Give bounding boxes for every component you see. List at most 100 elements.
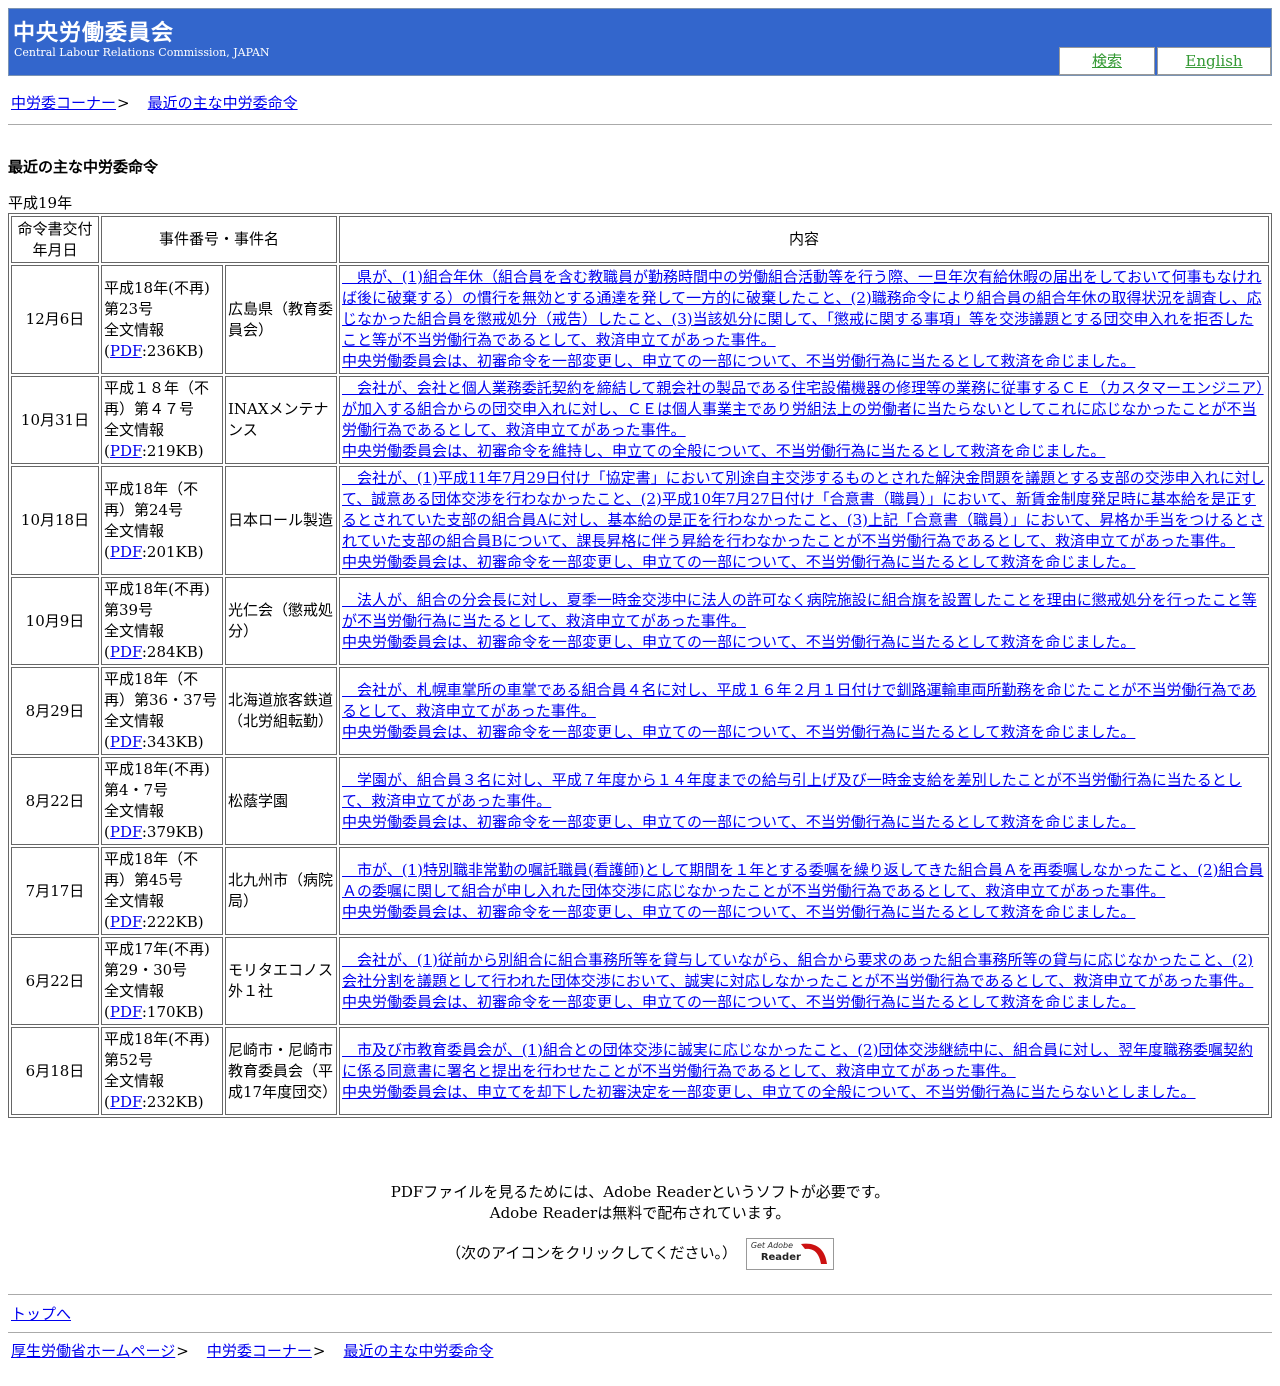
site-title: 中央労働委員会 [13,21,175,46]
pdf-info: (PDF:219KB) [104,442,204,460]
case-number-cell: 平成18年（不再）第24号 全文情報 (PDF:201KB) [101,466,223,575]
full-text-label: 全文情報 [104,712,165,730]
site-subtitle: Central Labour Relations Commission, JAP… [14,46,270,59]
adobe-reader-icon[interactable]: Get Adobe Reader [745,1238,834,1270]
case-number-cell: 平成17年(不再)第29・30号 全文情報 (PDF:170KB) [101,937,223,1025]
divider [8,124,1272,125]
order-date: 6月22日 [11,937,99,1025]
breadcrumb-link-chuurouiikai[interactable]: 中労委コーナー [207,1342,312,1360]
case-summary-cell: 県が、(1)組合年休（組合員を含む教職員が勤務時間中の労働組合活動等を行う際、一… [339,265,1269,374]
pdf-size: :379KB) [141,823,204,841]
pdf-note-line2: Adobe Readerは無料で配布されています。 [489,1204,791,1222]
case-summary-cell: 会社が、(1)従前から別組合に組合事務所等を貸与していながら、組合から要求のあっ… [339,937,1269,1025]
case-summary-cell: 学園が、組合員３名に対し、平成７年度から１４年度までの給与引上げ及び一時金支給を… [339,757,1269,845]
table-row: 8月29日 平成18年（不再）第36・37号 全文情報 (PDF:343KB) 北海道旅… [11,667,1269,755]
divider [8,1332,1272,1333]
adobe-badge-reader-text: Reader [760,1252,801,1263]
case-number-cell: 平成18年(不再)第39号 全文情報 (PDF:284KB) [101,577,223,665]
case-number: 平成１８年（不再）第４７号 [104,379,210,418]
order-date: 12月6日 [11,265,99,374]
column-header-content: 内容 [339,216,1269,263]
order-date: 8月29日 [11,667,99,755]
case-summary-link[interactable]: 法人が、組合の分会長に対し、夏季一時金交渉中に法人の許可なく病院施設に組合旗を設… [342,591,1257,651]
case-summary-link[interactable]: 県が、(1)組合年休（組合員を含む教職員が勤務時間中の労働組合活動等を行う際、一… [342,268,1262,370]
case-summary-link[interactable]: 会社が、(1)平成11年7月29日付け「協定書」において別途自主交渉するものとさ… [342,469,1265,571]
breadcrumb-link-chuurouiikai[interactable]: 中労委コーナー [11,94,116,112]
pdf-link[interactable]: PDF [110,913,142,931]
pdf-link[interactable]: PDF [110,733,142,751]
pdf-link[interactable]: PDF [110,643,142,661]
case-number: 平成18年（不再）第45号 [104,850,199,889]
pdf-link[interactable]: PDF [110,823,142,841]
column-header-date: 命令書交付年月日 [11,216,99,263]
case-summary-link[interactable]: 会社が、札幌車掌所の車掌である組合員４名に対し、平成１６年２月１日付けで釧路運輸… [342,681,1256,741]
search-link[interactable]: 検索 [1092,52,1122,70]
case-number-cell: 平成１８年（不再）第４７号全文情報 (PDF:219KB) [101,376,223,464]
site-header: 中央労働委員会 Central Labour Relations Commiss… [8,8,1272,76]
breadcrumb-separator: > [117,94,130,112]
table-row: 12月6日 平成18年(不再)第23号 全文情報 (PDF:236KB) 広島県（教育委… [11,265,1269,374]
case-name: 松蔭学園 [225,757,337,845]
case-decision: 中央労働委員会は、初審命令を一部変更し、申立ての一部について、不当労働行為に当た… [342,632,1136,651]
breadcrumb-link-mhlw-home[interactable]: 厚生労働省ホームページ [11,1342,175,1360]
to-top-link[interactable]: トップへ [11,1305,71,1323]
breadcrumb-separator: > [312,1342,326,1360]
pdf-note: PDFファイルを見るためには、Adobe Readerというソフトが必要です。 … [0,1182,1280,1224]
pdf-link[interactable]: PDF [110,543,142,561]
case-name: INAXメンテナンス [225,376,337,464]
case-summary-cell: 法人が、組合の分会長に対し、夏季一時金交渉中に法人の許可なく病院施設に組合旗を設… [339,577,1269,665]
case-summary-link[interactable]: 会社が、会社と個人業務委託契約を締結して親会社の製品である住宅設備機器の修理等の… [342,379,1264,460]
case-summary-link[interactable]: 会社が、(1)従前から別組合に組合事務所等を貸与していながら、組合から要求のあっ… [342,951,1253,1011]
pdf-size: :219KB) [141,442,204,460]
breadcrumb-link-recent-orders[interactable]: 最近の主な中労委命令 [148,94,298,112]
case-summary-cell: 会社が、会社と個人業務委託契約を締結して親会社の製品である住宅設備機器の修理等の… [339,376,1269,464]
breadcrumb-separator: > [176,1342,189,1360]
pdf-link[interactable]: PDF [110,1003,142,1021]
case-summary-link[interactable]: 学園が、組合員３名に対し、平成７年度から１４年度までの給与引上げ及び一時金支給を… [342,771,1242,831]
page-title: 最近の主な中労委命令 [8,158,159,176]
pdf-link[interactable]: PDF [110,1093,142,1111]
breadcrumb-link-recent-orders[interactable]: 最近の主な中労委命令 [343,1342,493,1360]
case-decision: 中央労働委員会は、初審命令を一部変更し、申立ての一部について、不当労働行為に当た… [342,992,1136,1011]
order-date: 7月17日 [11,847,99,935]
case-summary-link[interactable]: 市及び市教育委員会が、(1)組合との団体交渉に誠実に応じなかったこと、(2)団体… [342,1041,1253,1101]
pdf-size: :232KB) [141,1093,204,1111]
english-link[interactable]: English [1185,52,1242,70]
case-number: 平成18年(不再)第4・7号 [104,760,210,799]
case-name: 尼崎市・尼崎市教育委員会（平成17年度団交） [225,1027,337,1115]
case-name: 日本ロール製造 [225,466,337,575]
case-number: 平成17年(不再)第29・30号 [104,940,210,979]
case-summary-link[interactable]: 市が、(1)特別職非常勤の嘱託職員(看護師)として期間を１年とする委嘱を繰り返し… [342,861,1264,921]
pdf-size: :343KB) [141,733,204,751]
case-number: 平成18年(不再)第52号 [104,1030,210,1069]
order-date: 10月9日 [11,577,99,665]
case-number-cell: 平成18年(不再)第52号全文情報 (PDF:232KB) [101,1027,223,1115]
case-number: 平成18年（不再）第24号 [104,479,199,519]
case-number-cell: 平成18年（不再）第36・37号 全文情報 (PDF:343KB) [101,667,223,755]
full-text-label: 全文情報 [104,802,165,820]
english-button[interactable]: English [1157,47,1271,75]
search-button[interactable]: 検索 [1059,47,1155,75]
case-summary: 会社が、札幌車掌所の車掌である組合員４名に対し、平成１６年２月１日付けで釧路運輸… [342,680,1257,720]
year-label: 平成19年 [8,194,73,212]
table-row: 6月22日 平成17年(不再)第29・30号 全文情報 (PDF:170KB) モリタエ… [11,937,1269,1025]
pdf-size: :284KB) [141,643,204,661]
orders-table: 命令書交付年月日 事件番号・事件名 内容 12月6日 平成18年(不再)第23号全… [8,213,1272,1118]
pdf-link[interactable]: PDF [110,342,142,360]
pdf-info: (PDF:201KB) [104,542,204,561]
pdf-info: (PDF:379KB) [104,823,204,841]
case-name: モリタエコノス外１社 [225,937,337,1025]
case-number-cell: 平成18年(不再)第4・7号全文情報 (PDF:379KB) [101,757,223,845]
full-text-label: 全文情報 [104,1072,165,1090]
full-text-label: 全文情報 [104,421,165,439]
pdf-info: (PDF:232KB) [104,1093,204,1111]
case-summary: 法人が、組合の分会長に対し、夏季一時金交渉中に法人の許可なく病院施設に組合旗を設… [342,590,1257,630]
column-header-case: 事件番号・事件名 [101,216,337,263]
case-name: 北海道旅客鉄道（北労組転勤） [225,667,337,755]
case-summary-cell: 市が、(1)特別職非常勤の嘱託職員(看護師)として期間を１年とする委嘱を繰り返し… [339,847,1269,935]
case-number: 平成18年(不再)第39号 [104,580,210,619]
adobe-badge-get-text: Get Adobe [750,1241,794,1250]
case-decision: 中央労働委員会は、初審命令を一部変更し、申立ての一部について、不当労働行為に当た… [342,553,1136,571]
case-summary: 市及び市教育委員会が、(1)組合との団体交渉に誠実に応じなかったこと、(2)団体… [342,1040,1254,1080]
pdf-link[interactable]: PDF [110,442,142,460]
